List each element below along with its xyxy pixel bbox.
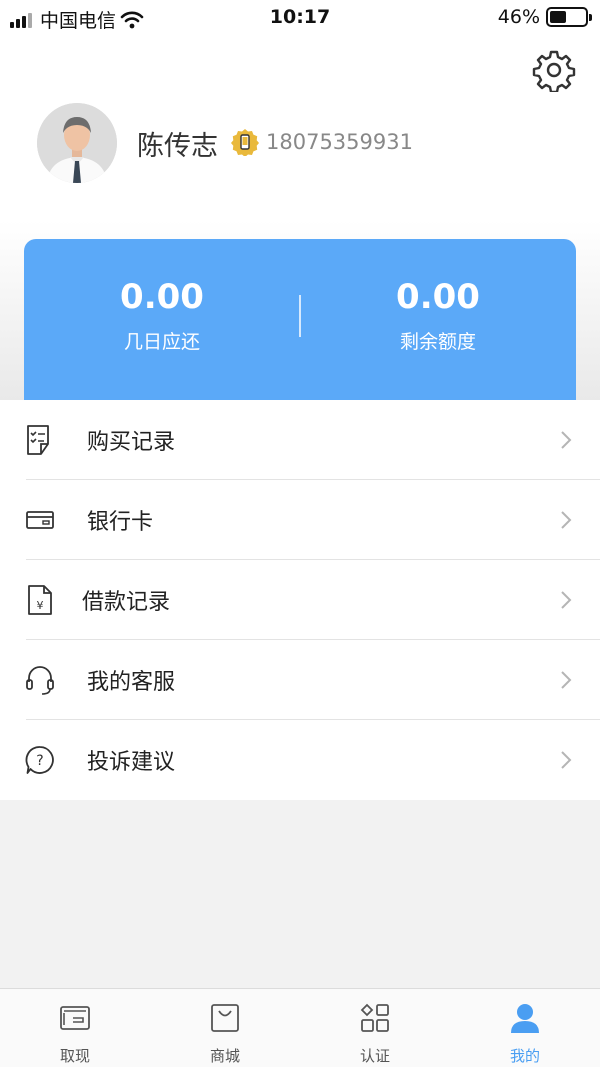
svg-text:¥: ¥ (37, 599, 44, 612)
remaining-credit-amount: 0.00 (396, 277, 480, 317)
shopping-bag-icon (211, 1004, 239, 1032)
menu-item-customer-service[interactable]: 我的客服 (0, 640, 600, 720)
tab-mine[interactable]: 我的 (450, 989, 600, 1067)
tab-label: 取现 (59, 1047, 90, 1065)
menu-item-feedback[interactable]: ? 投诉建议 (0, 720, 600, 800)
chevron-right-icon (561, 431, 572, 449)
bottom-tab-bar: 取现 商城 认证 我的 (0, 988, 600, 1067)
menu-label: 投诉建议 (87, 750, 176, 775)
chevron-right-icon (561, 751, 572, 769)
tab-withdraw[interactable]: 取现 (0, 989, 150, 1067)
menu-label: 银行卡 (87, 510, 154, 535)
wallet-icon (60, 1006, 90, 1030)
menu-label: 购买记录 (87, 430, 176, 455)
settings-gear-icon[interactable] (532, 48, 576, 92)
user-phone: 18075359931 (266, 130, 413, 154)
menu-list: 购买记录 银行卡 ¥ 借款记录 我的客服 ? 投诉建议 (0, 400, 600, 800)
battery-icon (546, 7, 592, 27)
summary-card: 0.00 几日应还 0.00 剩余额度 (24, 239, 576, 401)
loan-record-icon: ¥ (28, 585, 52, 615)
tab-verify[interactable]: 认证 (300, 989, 450, 1067)
menu-item-loan-record[interactable]: ¥ 借款记录 (0, 560, 600, 640)
bank-card-icon (26, 511, 54, 529)
due-amount-label: 几日应还 (123, 331, 200, 353)
tab-label: 认证 (359, 1047, 390, 1065)
svg-text:?: ? (36, 753, 43, 769)
menu-item-bank-card[interactable]: 银行卡 (0, 480, 600, 560)
tab-mall[interactable]: 商城 (150, 989, 300, 1067)
tab-label: 我的 (509, 1047, 540, 1065)
menu-label: 我的客服 (87, 670, 176, 695)
chevron-right-icon (561, 511, 572, 529)
remaining-credit-label: 剩余额度 (399, 331, 476, 353)
grid-icon (360, 1003, 389, 1032)
user-icon (511, 1004, 539, 1033)
status-right: 46% (497, 6, 592, 28)
question-icon: ? (25, 746, 54, 774)
menu-label: 借款记录 (82, 590, 171, 615)
battery-level-fill (550, 11, 566, 23)
menu-item-purchase-record[interactable]: 购买记录 (0, 400, 600, 480)
status-bar: 中国电信 10:17 46% (0, 0, 600, 36)
phone-verified-badge-icon (231, 129, 259, 156)
chevron-right-icon (561, 591, 572, 609)
tab-label: 商城 (209, 1047, 240, 1065)
headset-icon (26, 666, 54, 695)
due-amount-block[interactable]: 0.00 几日应还 (24, 277, 300, 354)
user-avatar-icon (37, 103, 117, 183)
due-amount: 0.00 (120, 277, 204, 317)
battery-percent: 46% (497, 6, 540, 28)
chevron-right-icon (561, 671, 572, 689)
purchase-record-icon (27, 425, 49, 455)
user-name: 陈传志 (137, 131, 218, 162)
remaining-credit-block[interactable]: 0.00 剩余额度 (300, 277, 576, 354)
avatar[interactable] (37, 103, 117, 183)
